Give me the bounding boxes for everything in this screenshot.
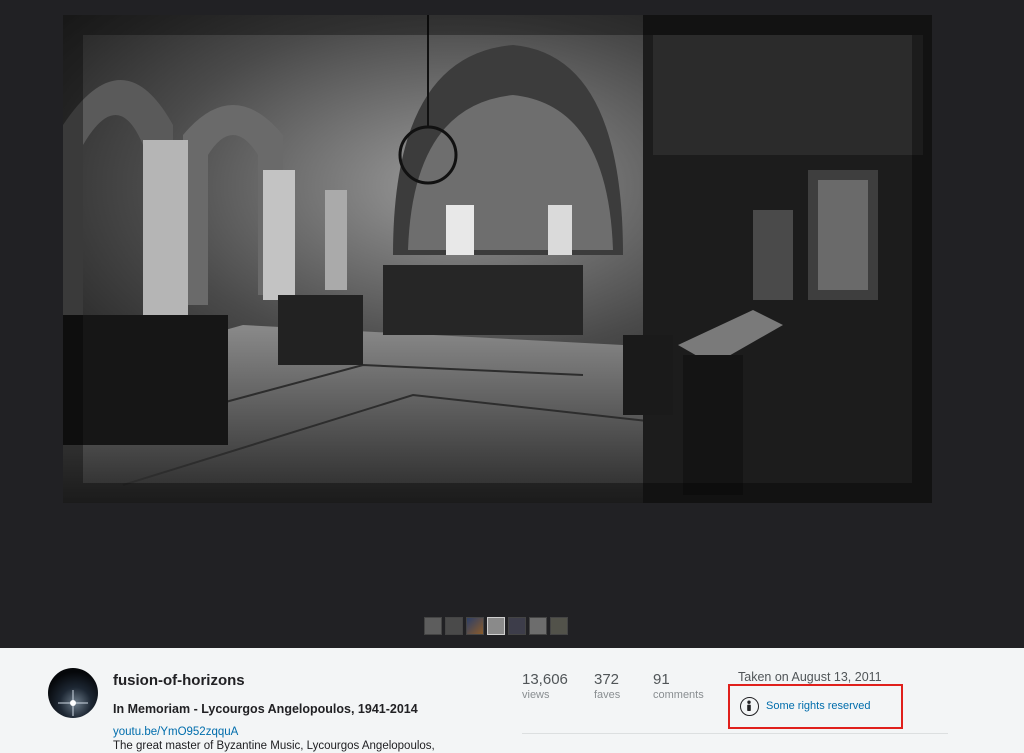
license-highlight: Some rights reserved: [728, 684, 903, 729]
filmstrip-thumb[interactable]: [466, 617, 484, 635]
photo-stage: [0, 0, 1024, 648]
photo-info-panel: fusion-of-horizons In Memoriam - Lycourg…: [0, 648, 1024, 753]
filmstrip-thumb[interactable]: [529, 617, 547, 635]
faves-stat[interactable]: 372 faves: [594, 671, 620, 701]
license-link[interactable]: Some rights reserved: [766, 700, 871, 712]
filmstrip-thumb[interactable]: [424, 617, 442, 635]
faves-count: 372: [594, 671, 620, 688]
faves-label: faves: [594, 689, 621, 701]
attribution-icon: [740, 697, 759, 716]
views-label: views: [522, 689, 550, 701]
divider: [522, 733, 948, 734]
views-stat: 13,606 views: [522, 671, 568, 701]
avatar[interactable]: [48, 668, 98, 718]
views-count: 13,606: [522, 671, 568, 688]
owner-name-link[interactable]: fusion-of-horizons: [113, 672, 245, 689]
comments-stat[interactable]: 91 comments: [653, 671, 704, 701]
church-interior-photo: [63, 15, 932, 503]
filmstrip: [424, 617, 568, 635]
filmstrip-thumb[interactable]: [508, 617, 526, 635]
taken-date[interactable]: Taken on August 13, 2011: [738, 670, 882, 684]
filmstrip-thumb[interactable]: [550, 617, 568, 635]
comments-label: comments: [653, 689, 704, 701]
filmstrip-thumb[interactable]: [445, 617, 463, 635]
description-link[interactable]: youtu.be/YmO952zqquA: [113, 726, 238, 738]
photo-title: In Memoriam - Lycourgos Angelopoulos, 19…: [113, 702, 418, 716]
main-photo[interactable]: [63, 15, 932, 503]
filmstrip-thumb-current[interactable]: [487, 617, 505, 635]
star-burst-icon: [58, 690, 88, 716]
photo-description: The great master of Byzantine Music, Lyc…: [113, 740, 435, 752]
comments-count: 91: [653, 671, 670, 688]
